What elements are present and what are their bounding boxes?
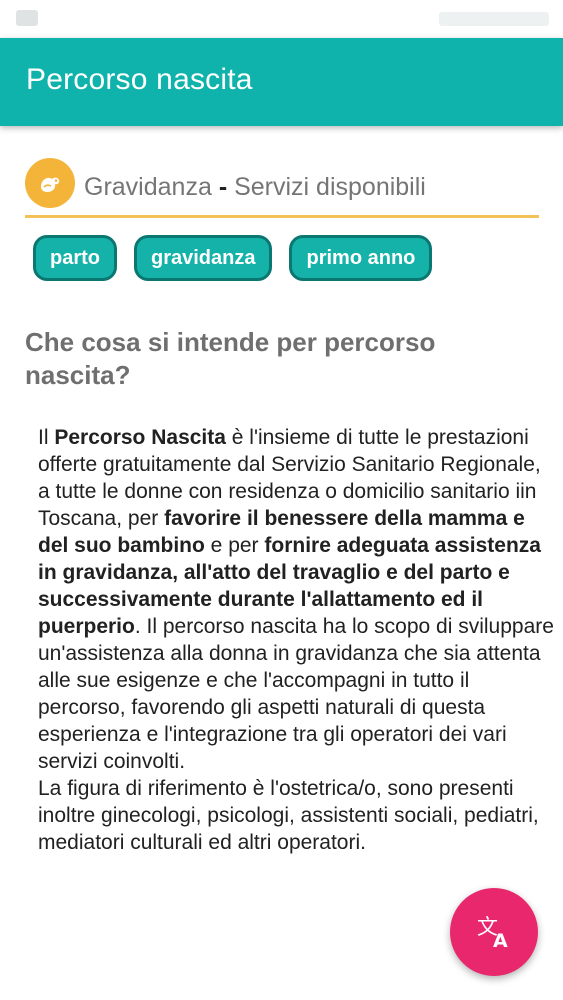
notification-icon: [16, 10, 38, 26]
section-category: Gravidanza: [84, 173, 212, 201]
tag-chips: parto gravidanza primo anno: [33, 235, 433, 281]
svg-text:A: A: [493, 930, 508, 952]
translate-button[interactable]: 文 A: [450, 888, 538, 976]
signal-battery-icons: [439, 12, 549, 26]
translate-icon: 文 A: [477, 915, 508, 952]
baby-icon: [25, 158, 75, 208]
chip-primo-anno[interactable]: primo anno: [289, 235, 433, 281]
body-text-mid2: e per: [204, 534, 265, 557]
chip-gravidanza[interactable]: gravidanza: [134, 235, 273, 281]
body-text: Il Percorso Nascita è l'insieme di tutte…: [38, 424, 558, 856]
body-bold-percorso: Percorso Nascita: [54, 426, 226, 449]
app-title: Percorso nascita: [26, 63, 253, 96]
section-header: Gravidanza - Servizi disponibili: [25, 158, 539, 218]
app-bar: Percorso nascita: [0, 38, 563, 126]
question-heading: Che cosa si intende per percorso nascita…: [25, 327, 436, 390]
section-separator: -: [218, 173, 228, 201]
status-icons: [439, 6, 549, 32]
chip-parto[interactable]: parto: [33, 235, 117, 281]
body-paragraph-2: La figura di riferimento è l'ostetrica/o…: [38, 777, 539, 854]
body-text-end: . Il percorso nascita ha lo scopo di svi…: [38, 615, 554, 773]
section-title: Gravidanza - Servizi disponibili: [84, 173, 426, 202]
body-text-start: Il: [38, 426, 55, 449]
section-subtitle: Servizi disponibili: [234, 173, 426, 201]
status-bar: [0, 0, 563, 38]
